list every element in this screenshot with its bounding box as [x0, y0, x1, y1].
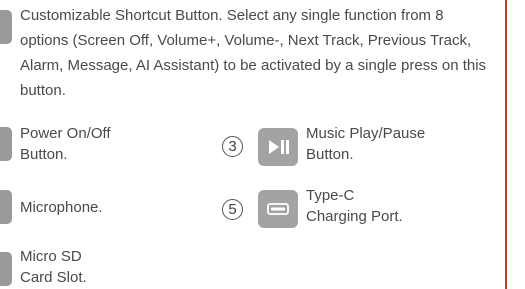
feature-label-line: Charging Port. [306, 208, 403, 225]
feature-label-line: Music Play/Pause [306, 125, 426, 142]
power-icon [0, 127, 12, 161]
feature-label-line: Micro SD [20, 248, 82, 265]
feature-label-line: Card Slot. [20, 269, 87, 286]
play-pause-icon [258, 128, 298, 166]
feature-label-line: Button. [306, 146, 354, 163]
shortcut-button-description: Customizable Shortcut Button. Select any… [20, 7, 487, 99]
feature-number: 5 [222, 199, 243, 220]
feature-number: 3 [222, 136, 243, 157]
type-c-port-icon [258, 190, 298, 228]
shortcut-button-icon [0, 10, 12, 44]
feature-microphone-label: Microphone. [20, 199, 103, 216]
feature-play-pause-label: Music Play/Pause Button. [306, 123, 486, 165]
feature-label-line: Type-C [306, 187, 355, 204]
microphone-icon [0, 190, 12, 224]
feature-type-c-label: Type-C Charging Port. [306, 185, 486, 227]
feature-sd-card-label: Micro SD Card Slot. [20, 246, 200, 288]
accent-rule [505, 0, 507, 289]
feature-label-line: Power On/Off [20, 125, 111, 142]
sd-card-icon [0, 252, 12, 286]
feature-label-line: Button. [20, 146, 68, 163]
feature-power-label: Power On/Off Button. [20, 123, 200, 165]
